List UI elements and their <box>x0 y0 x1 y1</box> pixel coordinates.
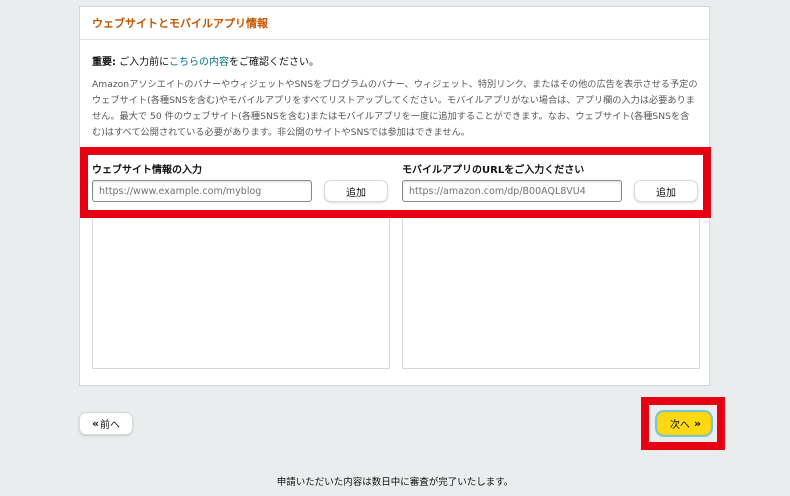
double-chevron-right-icon: » <box>693 417 701 430</box>
notice-text-post: をご確認ください。 <box>228 57 319 68</box>
next-label: 次へ <box>669 420 690 431</box>
website-list <box>92 217 390 369</box>
important-notice: 重要: ご入力前にこちらの内容をご確認ください。 <box>92 53 319 68</box>
review-notice-footer: 申請いただいた内容は数日中に審査が完了いたします。 <box>276 477 514 488</box>
previous-label: 前へ <box>100 420 121 431</box>
highlight-input-row <box>80 147 711 218</box>
notice-label: 重要: <box>92 57 116 68</box>
mobile-app-list <box>402 217 700 369</box>
section-description: AmazonアソシエイトのバナーやウィジェットやSNSをプログラムのバナー、ウィ… <box>92 79 698 138</box>
double-chevron-left-icon: « <box>91 417 99 430</box>
notice-text-pre: ご入力前に <box>116 57 169 68</box>
next-button[interactable]: 次へ » <box>657 412 711 435</box>
section-title: ウェブサイトとモバイルアプリ情報 <box>80 7 709 40</box>
notice-link[interactable]: こちらの内容 <box>169 57 229 68</box>
previous-button[interactable]: « 前へ <box>79 412 133 435</box>
